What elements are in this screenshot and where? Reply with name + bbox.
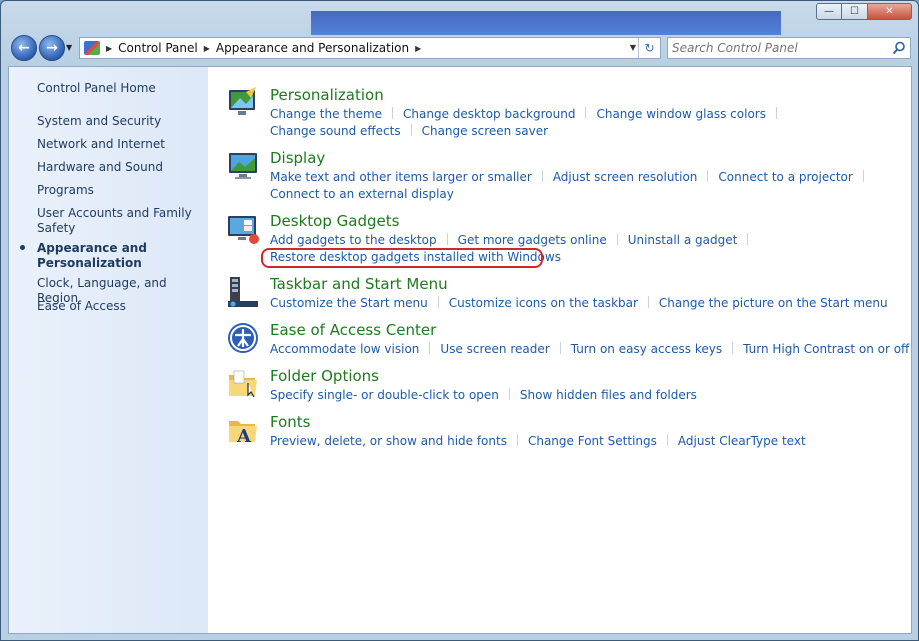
breadcrumb-appearance[interactable]: Appearance and Personalization	[216, 41, 409, 55]
folder-options-icon[interactable]	[226, 367, 260, 401]
links-ease-of-access: Accommodate low vision Use screen reader T…	[270, 341, 910, 358]
arrow-left-icon: ←	[18, 40, 30, 56]
fonts-icon[interactable]: A	[226, 413, 260, 447]
maximize-button[interactable]: ☐	[842, 3, 868, 20]
navigation-bar: ← → ▼ ▶ Control Panel ▶ Appearance and P…	[9, 35, 911, 61]
recent-pages-dropdown[interactable]: ▼	[66, 43, 72, 52]
link-change-font-settings[interactable]: Change Font Settings	[528, 434, 657, 448]
link-change-theme[interactable]: Change the theme	[270, 107, 382, 121]
link-make-text-larger[interactable]: Make text and other items larger or smal…	[270, 170, 532, 184]
breadcrumb-control-panel[interactable]: Control Panel	[118, 41, 198, 55]
chevron-right-icon[interactable]: ▶	[106, 44, 112, 53]
address-dropdown-icon[interactable]: ▼	[630, 43, 636, 52]
category-title-display[interactable]: Display	[270, 149, 325, 167]
refresh-icon[interactable]: ↻	[638, 38, 660, 58]
display-icon[interactable]	[226, 149, 260, 183]
link-adjust-screen-resolution[interactable]: Adjust screen resolution	[553, 170, 698, 184]
link-change-start-menu-picture[interactable]: Change the picture on the Start menu	[659, 296, 888, 310]
link-change-sound-effects[interactable]: Change sound effects	[270, 124, 401, 138]
minimize-button[interactable]: —	[816, 3, 842, 20]
sidebar-item-hardware-sound[interactable]: Hardware and Sound	[37, 160, 202, 175]
gadgets-icon[interactable]	[226, 212, 260, 246]
ease-of-access-icon[interactable]	[226, 321, 260, 355]
link-single-double-click[interactable]: Specify single- or double-click to open	[270, 388, 499, 402]
link-accommodate-low-vision[interactable]: Accommodate low vision	[270, 342, 419, 356]
links-folder-options: Specify single- or double-click to open S…	[270, 387, 910, 404]
link-use-screen-reader[interactable]: Use screen reader	[440, 342, 549, 356]
links-display: Make text and other items larger or smal…	[270, 169, 910, 203]
search-icon[interactable]	[892, 41, 906, 55]
link-add-gadgets[interactable]: Add gadgets to the desktop	[270, 233, 437, 247]
content-area: Control Panel Home System and Security N…	[8, 66, 912, 634]
sidebar: Control Panel Home System and Security N…	[9, 67, 208, 633]
control-panel-icon	[84, 41, 100, 55]
category-title-desktop-gadgets[interactable]: Desktop Gadgets	[270, 212, 399, 230]
link-change-window-glass-colors[interactable]: Change window glass colors	[596, 107, 766, 121]
taskbar-icon[interactable]	[226, 275, 260, 309]
links-personalization: Change the theme Change desktop backgroun…	[270, 106, 910, 140]
active-item-bullet	[20, 245, 25, 250]
link-connect-projector[interactable]: Connect to a projector	[718, 170, 852, 184]
search-input[interactable]	[672, 39, 882, 57]
sidebar-item-network-internet[interactable]: Network and Internet	[37, 137, 202, 152]
chevron-right-icon[interactable]: ▶	[415, 44, 421, 53]
category-title-folder-options[interactable]: Folder Options	[270, 367, 379, 385]
personalization-icon[interactable]	[226, 86, 260, 120]
title-bar-glass	[311, 11, 781, 35]
forward-button[interactable]: →	[39, 35, 65, 61]
svg-text:A: A	[236, 426, 252, 447]
links-taskbar: Customize the Start menu Customize icons …	[270, 295, 910, 312]
red-highlight-annotation	[261, 248, 543, 268]
link-high-contrast[interactable]: Turn High Contrast on or off	[743, 342, 909, 356]
category-title-personalization[interactable]: Personalization	[270, 86, 384, 104]
link-show-hidden-files[interactable]: Show hidden files and folders	[520, 388, 697, 402]
links-fonts: Preview, delete, or show and hide fonts C…	[270, 433, 910, 450]
category-title-fonts[interactable]: Fonts	[270, 413, 310, 431]
link-customize-start-menu[interactable]: Customize the Start menu	[270, 296, 428, 310]
link-change-desktop-background[interactable]: Change desktop background	[403, 107, 575, 121]
arrow-right-icon: →	[46, 40, 58, 56]
sidebar-item-programs[interactable]: Programs	[37, 183, 202, 198]
link-uninstall-gadget[interactable]: Uninstall a gadget	[628, 233, 738, 247]
sidebar-item-control-panel-home[interactable]: Control Panel Home	[37, 81, 202, 96]
main-panel: Personalization Change the theme Change d…	[208, 67, 911, 633]
link-customize-taskbar-icons[interactable]: Customize icons on the taskbar	[449, 296, 638, 310]
link-adjust-cleartype[interactable]: Adjust ClearType text	[678, 434, 806, 448]
control-panel-window: — ☐ ✕ ← → ▼ ▶ Control Panel ▶ Appearance…	[0, 0, 919, 641]
link-easy-access-keys[interactable]: Turn on easy access keys	[571, 342, 722, 356]
link-preview-fonts[interactable]: Preview, delete, or show and hide fonts	[270, 434, 507, 448]
sidebar-item-appearance[interactable]: Appearance and Personalization	[37, 241, 202, 271]
chevron-right-icon[interactable]: ▶	[204, 44, 210, 53]
address-bar[interactable]: ▶ Control Panel ▶ Appearance and Persona…	[79, 37, 661, 59]
back-button[interactable]: ←	[11, 35, 37, 61]
sidebar-item-system-security[interactable]: System and Security	[37, 114, 202, 129]
caption-buttons: — ☐ ✕	[816, 3, 912, 20]
search-box[interactable]	[667, 37, 911, 59]
sidebar-item-user-accounts[interactable]: User Accounts and Family Safety	[37, 206, 202, 236]
sidebar-item-ease-of-access[interactable]: Ease of Access	[37, 299, 202, 314]
close-button[interactable]: ✕	[868, 3, 912, 20]
link-connect-external-display[interactable]: Connect to an external display	[270, 187, 454, 201]
category-title-ease-of-access[interactable]: Ease of Access Center	[270, 321, 436, 339]
category-title-taskbar[interactable]: Taskbar and Start Menu	[270, 275, 448, 293]
link-change-screen-saver[interactable]: Change screen saver	[422, 124, 549, 138]
link-get-more-gadgets[interactable]: Get more gadgets online	[458, 233, 607, 247]
